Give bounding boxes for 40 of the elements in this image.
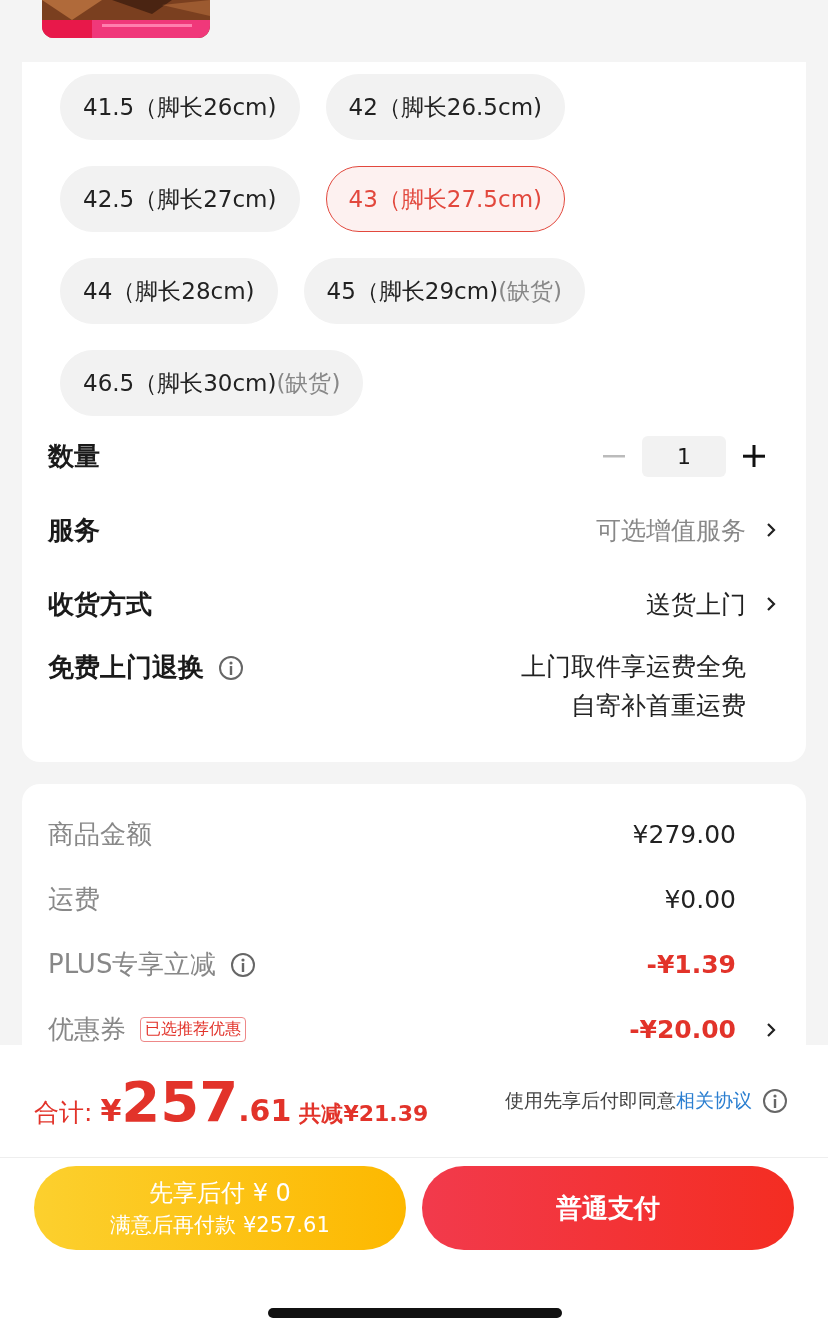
option-value[interactable]: 送货上门 [646, 587, 746, 621]
option-label: 收货方式 [48, 587, 152, 621]
return-note: 上门取件享运费全免 [521, 651, 746, 683]
option-label: 免费上门退换 [48, 651, 204, 684]
info-icon[interactable] [230, 951, 257, 978]
price-value: -¥1.39 [646, 950, 736, 979]
price-value: ¥0.00 [664, 885, 736, 914]
price-label: 商品金额 [48, 818, 152, 851]
out-of-stock-note: (缺货) [498, 277, 563, 304]
size-option[interactable]: 43（脚长27.5cm) [325, 166, 566, 232]
agreement-text: 使用先享后付即同意相关协议 [505, 1088, 752, 1113]
size-option[interactable]: 45（脚长29cm)(缺货) [303, 258, 586, 324]
quantity-label: 数量 [48, 439, 100, 473]
price-label: 运费 [48, 883, 100, 916]
option-value[interactable]: 可选增值服务 [596, 513, 746, 547]
chevron-icon[interactable] [766, 596, 776, 612]
out-of-stock-note: (缺货) [276, 369, 341, 396]
size-option[interactable]: 41.5（脚长26cm) [60, 74, 300, 140]
price-label: 优惠券 [48, 1013, 126, 1046]
price-label: PLUS专享立减 [48, 948, 217, 981]
total-label: 合计: [34, 1096, 93, 1129]
return-note: 自寄补首重运费 [571, 690, 746, 722]
chevron-icon[interactable] [766, 1021, 776, 1038]
total-amount: ¥257.61 [100, 1068, 292, 1134]
size-option[interactable]: 42（脚长26.5cm) [325, 74, 566, 140]
saved-amount: 共减¥21.39 [299, 1099, 429, 1128]
chevron-icon[interactable] [766, 522, 776, 538]
coupon-tag: 已选推荐优惠 [140, 1017, 246, 1042]
agreement-link[interactable]: 相关协议 [676, 1089, 752, 1111]
price-value: ¥279.00 [632, 820, 736, 849]
info-icon[interactable] [762, 1088, 788, 1114]
price-value: -¥20.00 [629, 1015, 736, 1044]
quantity-field[interactable]: 1 [642, 435, 726, 477]
pay-button[interactable]: 普通支付 [422, 1166, 794, 1250]
size-option[interactable]: 44（脚长28cm) [60, 258, 278, 324]
size-option[interactable]: 42.5（脚长27cm) [60, 166, 300, 232]
size-option[interactable]: 46.5（脚长30cm)(缺货) [60, 350, 364, 416]
info-icon[interactable] [218, 654, 244, 681]
plus-icon[interactable] [742, 444, 766, 468]
option-label: 服务 [48, 513, 100, 547]
